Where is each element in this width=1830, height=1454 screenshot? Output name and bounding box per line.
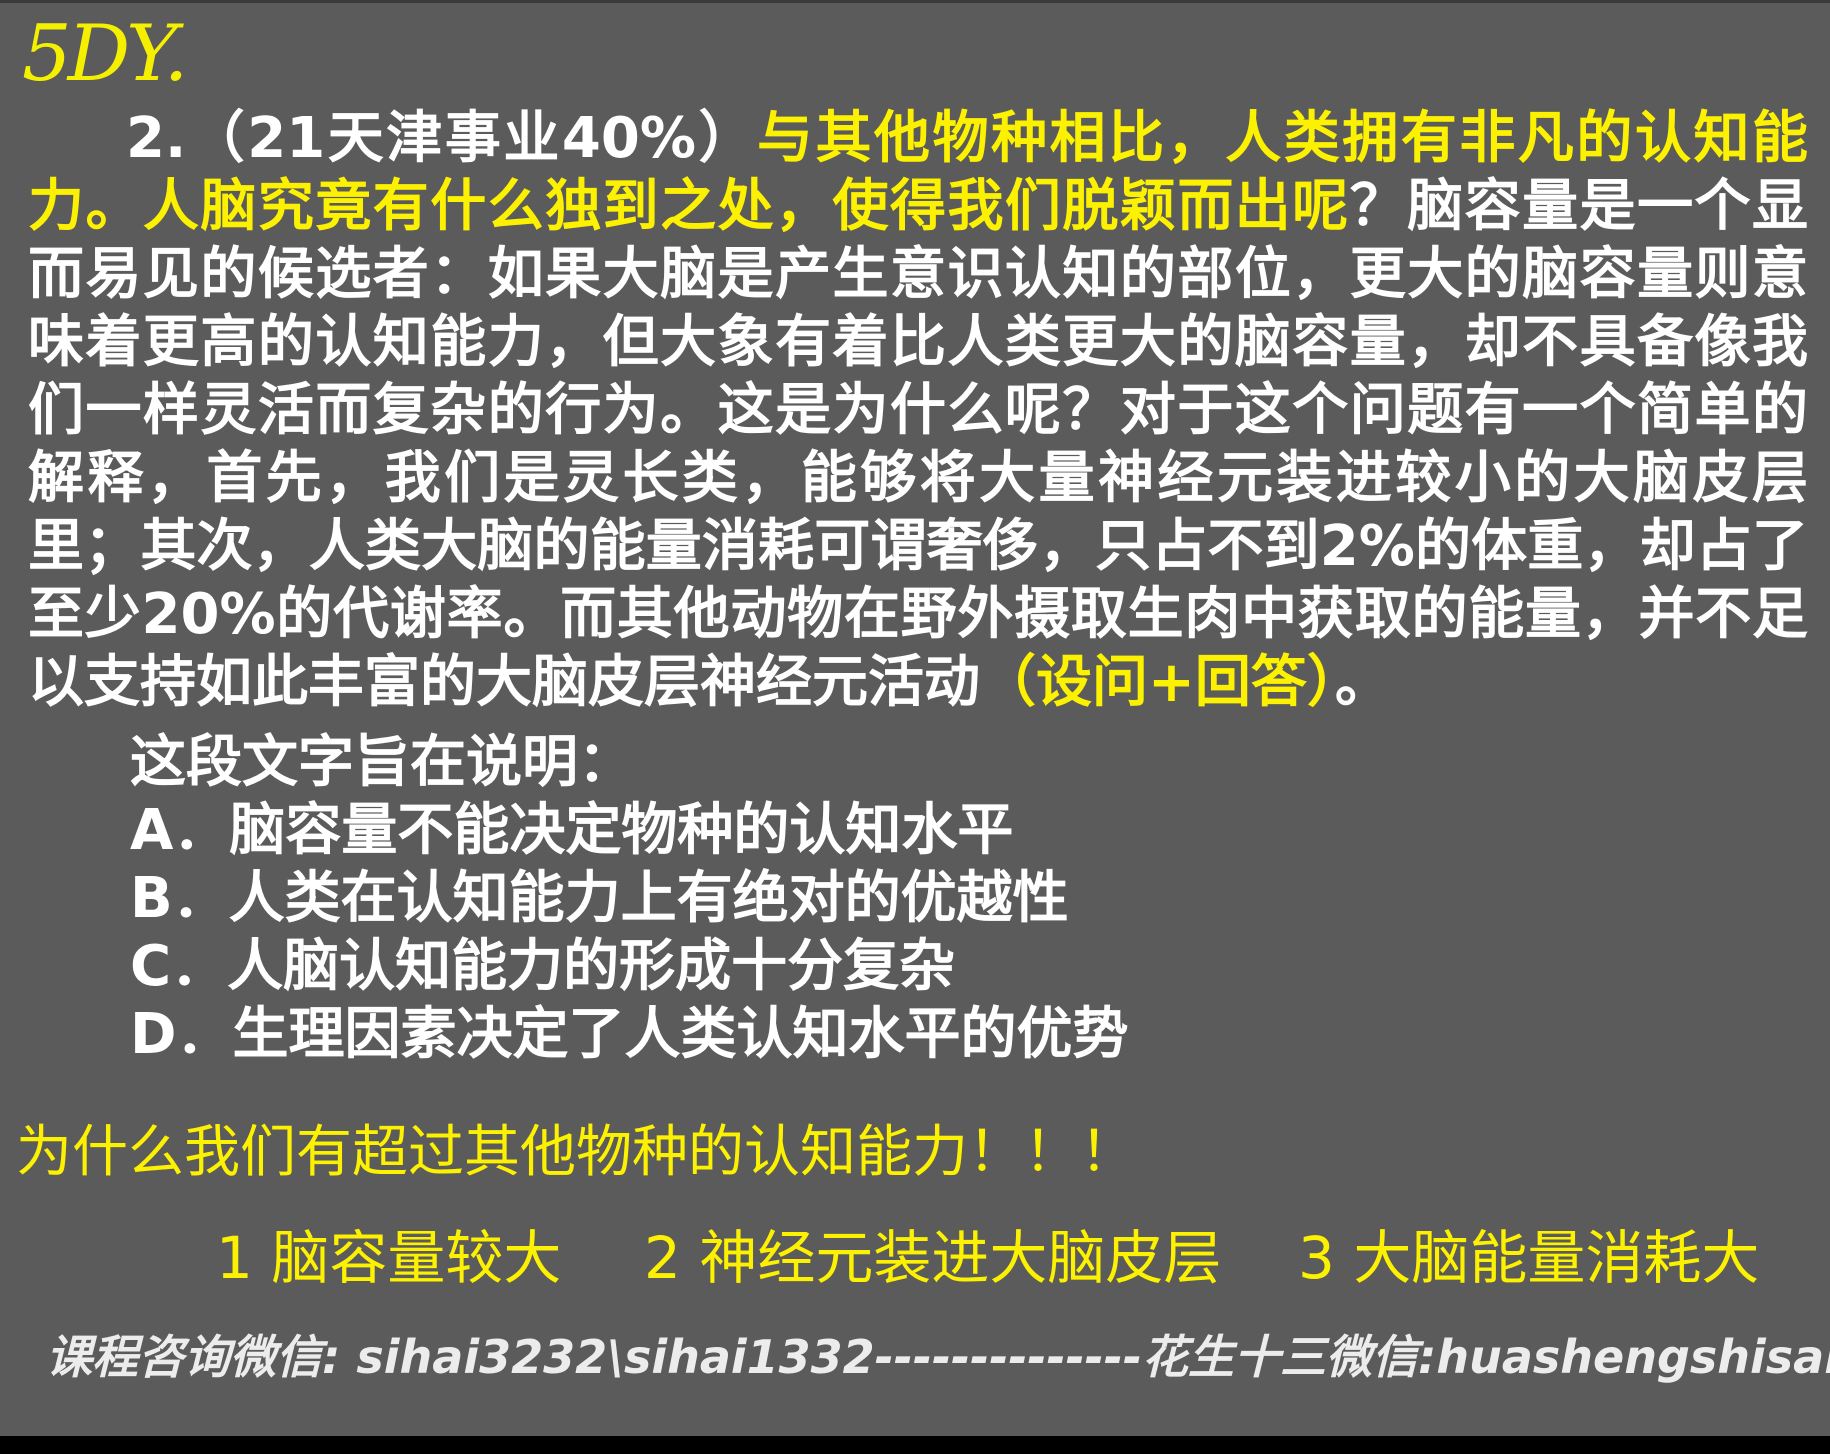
- slide: 5DY. 2.（21天津事业40%）与其他物种相比，人类拥有非凡的认知能力。人脑…: [0, 0, 1830, 1436]
- question-end: 。: [1334, 650, 1391, 715]
- question-options: 这段文字旨在说明： A．脑容量不能决定物种的认知水平 B．人类在认知能力上有绝对…: [130, 729, 1128, 1069]
- question-body: ？脑容量是一个显而易见的候选者：如果大脑是产生意识认知的部位，更大的脑容量则意味…: [28, 174, 1809, 715]
- teacher-note: 为什么我们有超过其他物种的认知能力！！！: [16, 1120, 1136, 1185]
- question-source: （21天津事业40%）: [186, 106, 757, 171]
- question-number: 2.: [126, 106, 187, 171]
- option-c: C．人脑认知能力的形成十分复杂: [130, 934, 956, 999]
- question-annotation: （设问+回答）: [980, 650, 1335, 715]
- footer-contact: 课程咨询微信: sihai3232\sihai1332-------------…: [46, 1330, 1830, 1384]
- question-paragraph: 2.（21天津事业40%）与其他物种相比，人类拥有非凡的认知能力。人脑究竟有什么…: [28, 105, 1808, 717]
- question-prompt: 这段文字旨在说明：: [130, 730, 634, 795]
- option-d: D．生理因素决定了人类认知水平的优势: [130, 1002, 1129, 1067]
- point-3: 3 大脑能量消耗大: [1298, 1224, 1760, 1292]
- point-2: 2 神经元装进大脑皮层: [644, 1224, 1222, 1292]
- option-a: A．脑容量不能决定物种的认知水平: [130, 798, 1014, 863]
- point-1: 1 脑容量较大: [216, 1224, 562, 1292]
- option-b: B．人类在认知能力上有绝对的优越性: [130, 866, 1069, 931]
- handwritten-mark: 5DY.: [22, 9, 188, 99]
